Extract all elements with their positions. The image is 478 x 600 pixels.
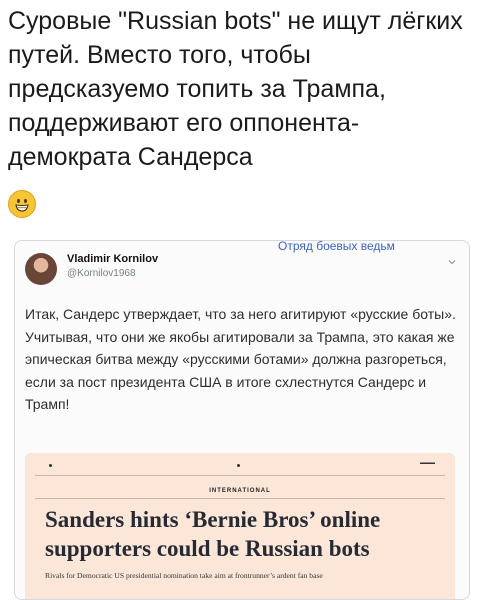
tweet-author-name[interactable]: Vladimir Kornilov [67, 253, 158, 265]
article-section-rule [35, 498, 445, 499]
article-dot [49, 464, 52, 467]
tweet-text: Итак, Сандерс утверждает, что за него аг… [25, 306, 456, 412]
newspaper-logo-icon: ▬▬▬ [420, 461, 435, 466]
article-standfirst: Rivals for Democratic US presidential no… [45, 571, 323, 580]
article-section: INTERNATIONAL [209, 488, 271, 494]
article-headline[interactable]: Sanders hints ‘Bernie Bros’ online suppo… [45, 505, 435, 563]
article-preview[interactable]: ▬▬▬ INTERNATIONAL Sanders hints ‘Bernie … [25, 453, 455, 599]
chevron-down-icon[interactable] [447, 257, 457, 267]
tweet-card[interactable]: Vladimir Kornilov @Kornilov1968 Итак, Са… [14, 240, 470, 600]
article-top-rule [35, 475, 445, 476]
tweet-author-handle[interactable]: @Kornilov1968 [67, 268, 136, 279]
article-dot [237, 464, 240, 467]
watermark: Отряд боевых ведьм [278, 239, 395, 253]
post-headline: Суровые "Russian bots" не ищут лёгких пу… [8, 7, 463, 171]
avatar[interactable] [25, 253, 57, 285]
grinning-face-icon [8, 190, 36, 218]
